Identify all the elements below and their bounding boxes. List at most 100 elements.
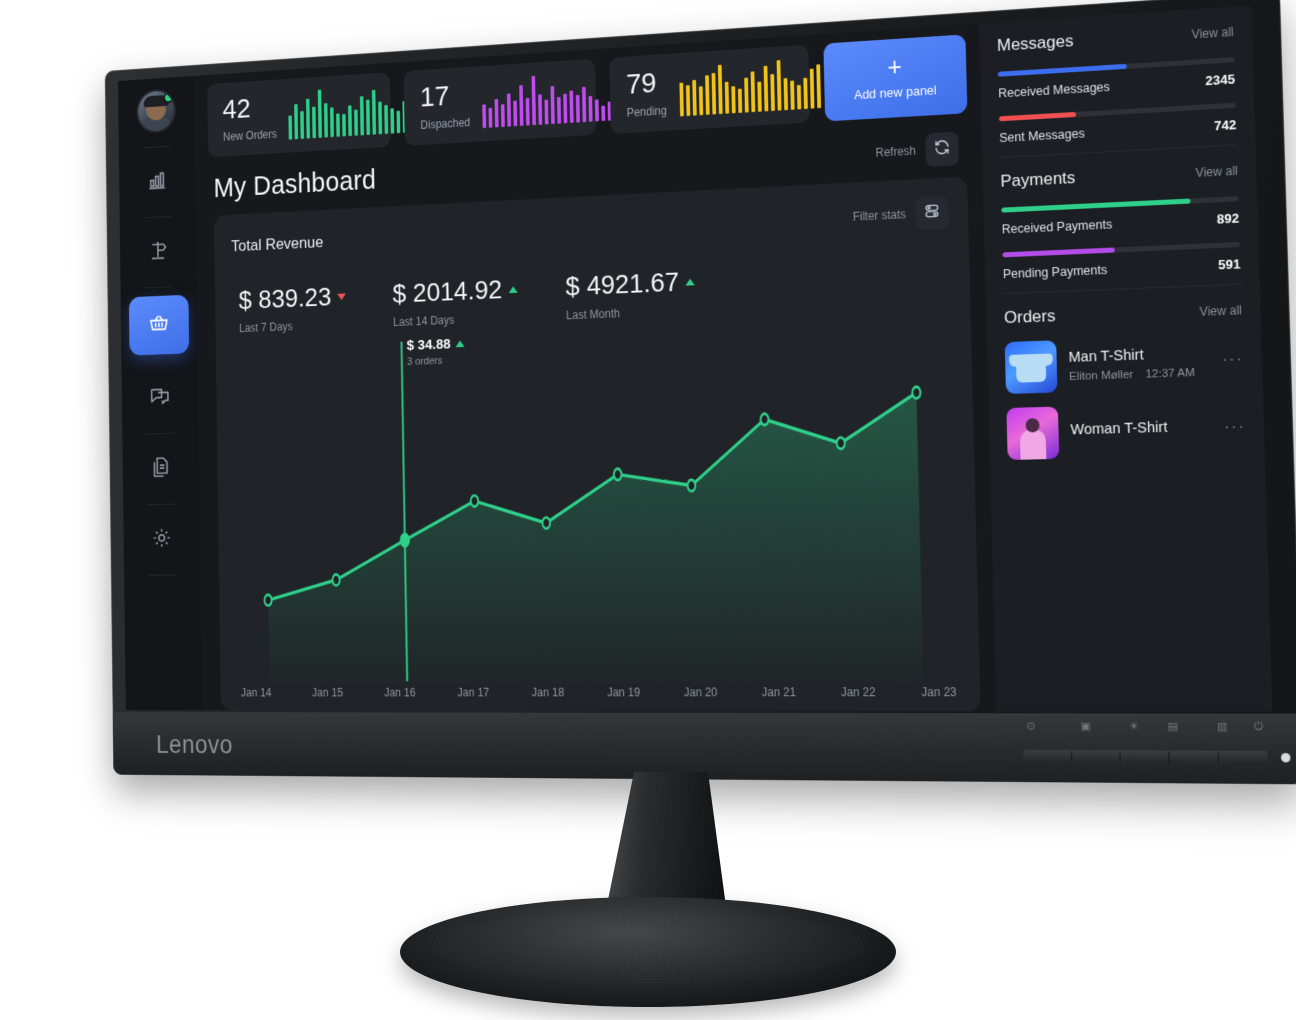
refresh-icon bbox=[933, 137, 951, 161]
order-meta: Eliton Møller 12:37 AM bbox=[1068, 366, 1210, 383]
meter-line: Pending Payments 591 bbox=[1003, 256, 1241, 281]
filter-stats-button[interactable] bbox=[915, 195, 949, 231]
screenshot-root: 42 New Orders 17 Dispached 79 Pending + … bbox=[0, 0, 1296, 1020]
revenue-value: $ 4921.67 bbox=[565, 266, 680, 302]
chart-point[interactable] bbox=[332, 574, 339, 585]
osd-glyph-row: ⊙ ▣ ☀ ▤ ▥ ⏻ bbox=[1018, 719, 1273, 744]
osd-glyph: ▣ bbox=[1080, 720, 1092, 733]
x-axis-tick: Jan 20 bbox=[683, 685, 718, 700]
sparkline-chart bbox=[679, 58, 821, 117]
messages-view-all-link[interactable]: View all bbox=[1191, 25, 1233, 42]
stat-value: 17 bbox=[419, 80, 450, 114]
stat-text: 79 Pending bbox=[625, 67, 667, 119]
osd-controls: ⊙ ▣ ☀ ▤ ▥ ⏻ bbox=[1018, 719, 1291, 773]
trend-down-icon bbox=[337, 292, 346, 300]
x-axis-tick: Jan 18 bbox=[531, 685, 565, 700]
page-title: My Dashboard bbox=[213, 164, 377, 204]
osd-glyph: ⊙ bbox=[1026, 720, 1036, 733]
bar-chart-icon bbox=[146, 167, 168, 196]
sidebar-item-settings[interactable] bbox=[136, 513, 188, 567]
chart-point[interactable] bbox=[471, 495, 479, 506]
chart-point[interactable] bbox=[264, 595, 271, 606]
osd-button-bar[interactable] bbox=[1023, 749, 1268, 765]
monitor-screen: 42 New Orders 17 Dispached 79 Pending + … bbox=[117, 5, 1273, 712]
progress-track bbox=[1002, 241, 1240, 258]
total-revenue-card: Total Revenue Filter stats $ 839.23 Last… bbox=[214, 176, 981, 712]
sidebar-item-messages[interactable] bbox=[134, 371, 186, 426]
sidebar-item-campaigns[interactable] bbox=[132, 224, 184, 279]
revenue-value: $ 839.23 bbox=[238, 281, 332, 315]
panel-header: Orders View all bbox=[1004, 299, 1242, 328]
meter-value: 892 bbox=[1216, 210, 1240, 227]
chart-point[interactable] bbox=[614, 469, 622, 480]
refresh-button[interactable] bbox=[925, 131, 959, 167]
revenue-value: $ 2014.92 bbox=[392, 274, 503, 309]
model-photo-icon bbox=[1019, 428, 1047, 460]
x-axis-tick: Jan 15 bbox=[311, 686, 344, 700]
stat-card[interactable]: 79 Pending bbox=[609, 44, 821, 134]
x-axis-tick: Jan 22 bbox=[840, 685, 876, 700]
divider bbox=[147, 503, 176, 506]
osd-glyph: ⏻ bbox=[1253, 720, 1264, 734]
chart-point[interactable] bbox=[687, 480, 695, 491]
meter-line: Received Messages 2345 bbox=[998, 71, 1235, 100]
messages-panel: Messages View all Received Messages 2345… bbox=[997, 21, 1237, 157]
signpost-icon bbox=[147, 238, 169, 267]
refresh-label: Refresh bbox=[875, 143, 917, 160]
order-time: 12:37 AM bbox=[1145, 366, 1196, 381]
revenue-value-wrap: $ 2014.92 bbox=[392, 274, 518, 309]
sidebar bbox=[117, 75, 203, 711]
chart-point[interactable] bbox=[837, 437, 845, 449]
payments-view-all-link[interactable]: View all bbox=[1195, 164, 1238, 180]
progress-fill bbox=[1001, 198, 1191, 213]
plus-icon: + bbox=[886, 50, 903, 82]
order-customer: Eliton Møller bbox=[1068, 368, 1134, 383]
order-menu-button[interactable]: ··· bbox=[1222, 351, 1244, 370]
payments-title: Payments bbox=[1000, 168, 1076, 191]
revenue-value-wrap: $ 4921.67 bbox=[565, 266, 695, 302]
meter-row: Sent Messages 742 bbox=[998, 102, 1237, 145]
order-info: Woman T-Shirt bbox=[1070, 418, 1212, 443]
progress-fill bbox=[1002, 247, 1116, 258]
chart-point[interactable] bbox=[912, 387, 920, 399]
sidebar-item-documents[interactable] bbox=[135, 442, 187, 497]
chart-point[interactable] bbox=[760, 414, 768, 426]
order-list-item[interactable]: Woman T-Shirt ··· bbox=[1006, 401, 1246, 461]
revenue-period: Last 7 Days bbox=[239, 319, 293, 335]
x-axis-tick: Jan 19 bbox=[607, 685, 641, 700]
stat-value: 79 bbox=[625, 67, 657, 101]
avatar[interactable] bbox=[137, 89, 175, 133]
revenue-header: Total Revenue Filter stats bbox=[231, 195, 949, 262]
chart-canvas bbox=[233, 321, 961, 684]
sidebar-item-analytics[interactable] bbox=[131, 154, 183, 210]
revenue-actions: Filter stats bbox=[852, 195, 949, 233]
meter-value: 591 bbox=[1217, 256, 1241, 273]
divider bbox=[142, 145, 171, 149]
monitor: 42 New Orders 17 Dispached 79 Pending + … bbox=[0, 0, 1296, 1007]
divider bbox=[146, 432, 175, 435]
meter-label: Received Payments bbox=[1001, 217, 1113, 237]
divider bbox=[148, 574, 177, 576]
stat-value: 42 bbox=[222, 93, 251, 126]
x-axis-tick: Jan 21 bbox=[761, 685, 796, 700]
stat-card[interactable]: 42 New Orders bbox=[207, 72, 419, 158]
stat-card[interactable]: 17 Dispached bbox=[403, 58, 618, 146]
stat-label: New Orders bbox=[222, 127, 277, 144]
revenue-line-chart[interactable]: $ 34.88 3 orders bbox=[233, 321, 961, 684]
order-menu-button[interactable]: ··· bbox=[1224, 419, 1246, 438]
meter-row: Received Messages 2345 bbox=[997, 57, 1235, 101]
order-list-item[interactable]: Man T-Shirt Eliton Møller 12:37 AM ··· bbox=[1004, 334, 1244, 395]
sidebar-item-orders[interactable] bbox=[128, 294, 190, 356]
chart-point[interactable] bbox=[401, 534, 409, 546]
chart-point[interactable] bbox=[542, 517, 550, 528]
revenue-title: Total Revenue bbox=[231, 233, 324, 256]
messages-title: Messages bbox=[996, 31, 1074, 55]
divider bbox=[143, 215, 172, 219]
gear-icon bbox=[151, 525, 173, 554]
right-sidebar: Messages View all Received Messages 2345… bbox=[978, 5, 1273, 712]
revenue-period: Last 14 Days bbox=[392, 313, 455, 329]
add-new-panel-button[interactable]: + Add new panel bbox=[823, 34, 968, 122]
meter-row: Received Payments 892 bbox=[1001, 196, 1239, 236]
order-product-name: Woman T-Shirt bbox=[1070, 419, 1168, 438]
orders-view-all-link[interactable]: View all bbox=[1199, 303, 1242, 319]
